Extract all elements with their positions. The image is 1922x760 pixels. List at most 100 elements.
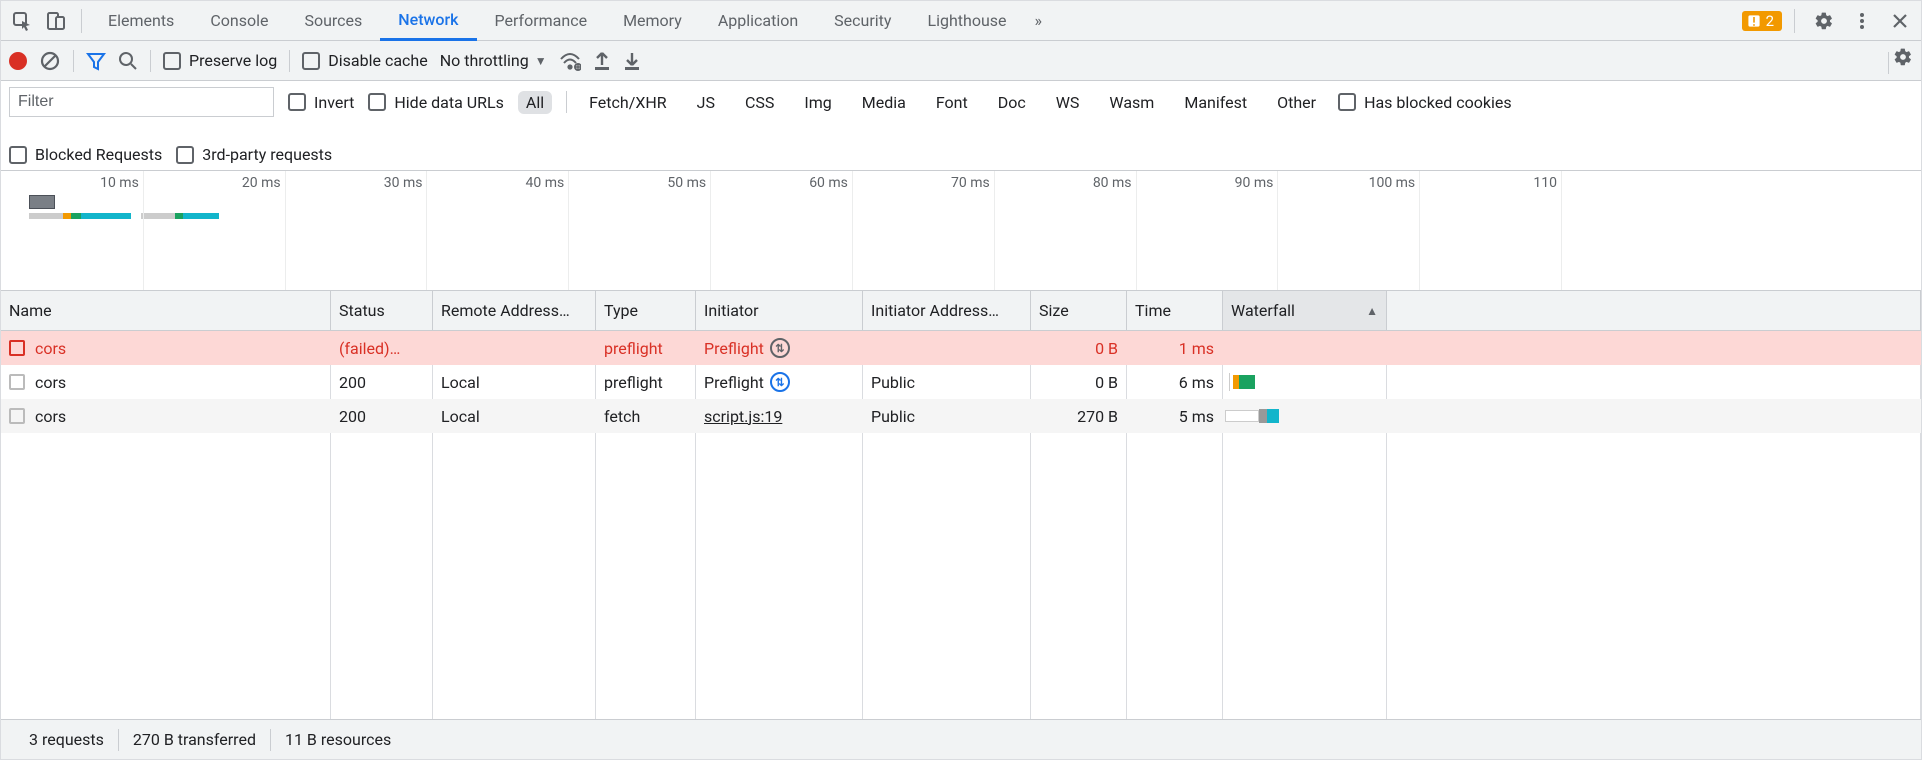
throttling-select[interactable]: No throttling ▼ [440, 51, 547, 70]
invert-checkbox[interactable]: Invert [288, 93, 354, 112]
type-filter-font[interactable]: Font [928, 91, 976, 114]
table-row[interactable]: cors200LocalpreflightPreflight ⇅Public0 … [1, 365, 1921, 399]
filter-toggle-icon[interactable] [86, 51, 106, 71]
column-header-time[interactable]: Time [1127, 291, 1223, 330]
panel-tab-performance[interactable]: Performance [477, 1, 606, 41]
preserve-log-checkbox[interactable]: Preserve log [163, 51, 277, 70]
network-settings-icon[interactable] [1893, 47, 1913, 67]
panel-tab-memory[interactable]: Memory [605, 1, 700, 41]
type-filter-all[interactable]: All [518, 91, 552, 114]
timeline-tick-label: 60 ms [809, 175, 848, 191]
status-bar: 3 requests 270 B transferred 11 B resour… [1, 719, 1921, 759]
panel-tab-network[interactable]: Network [380, 1, 476, 41]
type-filter-wasm[interactable]: Wasm [1101, 91, 1162, 114]
type-filter-js[interactable]: JS [689, 91, 723, 114]
type-filter-fetch-xhr[interactable]: Fetch/XHR [581, 91, 675, 114]
issues-badge[interactable]: 2 [1742, 11, 1782, 31]
column-header-name[interactable]: Name [1, 291, 331, 330]
type-filter-img[interactable]: Img [796, 91, 839, 114]
table-row[interactable]: cors(failed)…preflightPreflight ⇅0 B1 ms [1, 331, 1921, 365]
panel-tab-elements[interactable]: Elements [90, 1, 192, 41]
timeline-tick: 70 ms [994, 171, 995, 290]
more-tabs-button[interactable]: » [1025, 1, 1053, 41]
export-har-icon[interactable] [623, 51, 641, 71]
disable-cache-label: Disable cache [328, 51, 427, 70]
invert-label: Invert [314, 93, 354, 112]
preflight-badge-icon: ⇅ [770, 372, 790, 392]
resource-type-filters: All Fetch/XHR JS CSS Img Media Font Doc WS Wasm Ma… [518, 91, 1324, 114]
type-filter-css[interactable]: CSS [737, 91, 782, 114]
settings-icon[interactable] [1807, 4, 1841, 38]
file-icon [9, 340, 25, 356]
search-icon[interactable] [118, 51, 138, 71]
timeline-tick-label: 100 ms [1369, 175, 1416, 191]
cell-initiator-address [863, 331, 1031, 365]
separator [1888, 52, 1889, 74]
type-filter-ws[interactable]: WS [1048, 91, 1088, 114]
timeline-tick: 20 ms [285, 171, 286, 290]
cell-remote-address [433, 331, 596, 365]
issues-count: 2 [1766, 12, 1774, 30]
cell-type: preflight [596, 365, 696, 399]
cell-time: 5 ms [1127, 399, 1223, 433]
column-header-size[interactable]: Size [1031, 291, 1127, 330]
cell-waterfall [1223, 331, 1387, 365]
panel-tab-security[interactable]: Security [816, 1, 909, 41]
column-header-status[interactable]: Status [331, 291, 433, 330]
cell-initiator-address: Public [863, 365, 1031, 399]
table-body: cors(failed)…preflightPreflight ⇅0 B1 ms… [1, 331, 1921, 719]
cell-size: 0 B [1031, 365, 1127, 399]
disable-cache-checkbox[interactable]: Disable cache [302, 51, 427, 70]
throttling-value: No throttling [440, 51, 529, 70]
has-blocked-cookies-checkbox[interactable]: Has blocked cookies [1338, 93, 1512, 112]
panel-tab-lighthouse[interactable]: Lighthouse [909, 1, 1024, 41]
cell-remote-address: Local [433, 365, 596, 399]
column-header-extra[interactable] [1387, 291, 1921, 330]
timeline-tick-label: 30 ms [384, 175, 423, 191]
clear-button[interactable] [39, 50, 61, 72]
timeline-selection[interactable] [29, 195, 55, 209]
type-filter-other[interactable]: Other [1269, 91, 1324, 114]
timeline-tick-label: 90 ms [1235, 175, 1274, 191]
import-har-icon[interactable] [593, 51, 611, 71]
cell-type: preflight [596, 331, 696, 365]
type-filter-doc[interactable]: Doc [990, 91, 1034, 114]
cell-time: 1 ms [1127, 331, 1223, 365]
timeline-tick-label: 80 ms [1093, 175, 1132, 191]
cell-time: 6 ms [1127, 365, 1223, 399]
cell-initiator: script.js:19 [696, 399, 863, 433]
record-button[interactable] [9, 52, 27, 70]
column-header-waterfall[interactable]: Waterfall▲ [1223, 291, 1387, 330]
table-header: NameStatusRemote Address…TypeInitiatorIn… [1, 291, 1921, 331]
cell-extra [1387, 331, 1921, 365]
type-filter-manifest[interactable]: Manifest [1176, 91, 1255, 114]
hide-data-urls-checkbox[interactable]: Hide data URLs [368, 93, 504, 112]
blocked-requests-checkbox[interactable]: Blocked Requests [9, 145, 162, 164]
close-devtools-icon[interactable] [1883, 4, 1917, 38]
third-party-checkbox[interactable]: 3rd-party requests [176, 145, 332, 164]
column-header-initiator[interactable]: Initiator [696, 291, 863, 330]
blocked-requests-label: Blocked Requests [35, 145, 162, 164]
timeline-tick: 90 ms [1277, 171, 1278, 290]
devtools-tabstrip: ElementsConsoleSourcesNetworkPerformance… [1, 1, 1921, 41]
cell-name: cors [1, 365, 331, 399]
inspect-element-icon[interactable] [5, 4, 39, 38]
network-toolbar: Preserve log Disable cache No throttling… [1, 41, 1921, 81]
timeline-overview[interactable]: 10 ms20 ms30 ms40 ms50 ms60 ms70 ms80 ms… [1, 171, 1921, 291]
panel-tab-application[interactable]: Application [700, 1, 816, 41]
panel-tab-console[interactable]: Console [192, 1, 286, 41]
network-conditions-icon[interactable] [559, 51, 581, 71]
timeline-tick: 60 ms [852, 171, 853, 290]
separator [566, 91, 567, 113]
type-filter-media[interactable]: Media [854, 91, 914, 114]
separator [150, 50, 151, 72]
panel-tab-sources[interactable]: Sources [286, 1, 380, 41]
table-row[interactable]: cors200Localfetchscript.js:19Public270 B… [1, 399, 1921, 433]
column-header-initiator-address-[interactable]: Initiator Address… [863, 291, 1031, 330]
filter-input[interactable] [9, 87, 274, 117]
kebab-menu-icon[interactable] [1845, 4, 1879, 38]
separator [289, 50, 290, 72]
device-toolbar-icon[interactable] [39, 4, 73, 38]
column-header-remote-address-[interactable]: Remote Address… [433, 291, 596, 330]
column-header-type[interactable]: Type [596, 291, 696, 330]
